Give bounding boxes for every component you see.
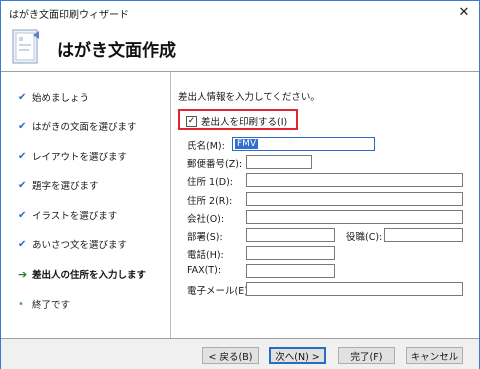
zip-field[interactable] <box>246 155 312 169</box>
sender-form: 差出人情報を入力してください。 ✓ 差出人を印刷する(I) 氏名(M): FMV… <box>171 72 479 338</box>
phone-label: 電話(H): <box>187 250 224 261</box>
cancel-button[interactable]: キャンセル <box>406 347 463 364</box>
name-field[interactable]: FMV <box>232 137 375 151</box>
step-label: レイアウトを選びます <box>32 152 128 163</box>
check-icon: ✔ <box>18 150 27 162</box>
back-button[interactable]: < 戻る(B) <box>202 347 259 364</box>
window-title: はがき文面印刷ウィザード <box>9 10 129 21</box>
step-item-finish[interactable]: • 終了です <box>18 296 70 312</box>
email-field[interactable] <box>246 282 463 296</box>
finish-button[interactable]: 完了(F) <box>338 347 395 364</box>
step-item-choose-title-text[interactable]: ✔ 題字を選びます <box>18 177 99 193</box>
bullet-icon: • <box>18 298 24 310</box>
address2-field[interactable] <box>246 192 463 206</box>
checkbox-box[interactable]: ✓ <box>186 115 197 127</box>
job-title-field[interactable] <box>384 228 463 242</box>
page-title: はがき文面作成 <box>57 41 176 61</box>
step-item-choose-greeting[interactable]: ✔ あいさつ文を選びます <box>18 236 127 252</box>
step-label: あいさつ文を選びます <box>32 240 128 251</box>
print-sender-checkbox[interactable]: ✓ 差出人を印刷する(I) <box>186 114 287 128</box>
fax-label: FAX(T): <box>187 265 222 276</box>
check-icon: ✔ <box>18 91 27 103</box>
instruction-text: 差出人情報を入力してください。 <box>178 92 320 103</box>
postcard-icon <box>12 29 39 64</box>
job-title-label: 役職(C): <box>346 232 383 243</box>
phone-field[interactable] <box>246 246 335 260</box>
department-label: 部署(S): <box>187 232 223 243</box>
wizard-header: はがき文面作成 <box>1 23 479 71</box>
step-label: 始めましょう <box>32 93 90 104</box>
title-bar[interactable]: はがき文面印刷ウィザード ✕ <box>1 1 479 23</box>
department-field[interactable] <box>246 228 335 242</box>
check-icon: ✔ <box>18 120 27 132</box>
company-label: 会社(O): <box>187 214 225 225</box>
close-icon[interactable]: ✕ <box>449 1 479 23</box>
next-button[interactable]: 次へ(N) > <box>269 347 326 364</box>
company-field[interactable] <box>246 210 463 224</box>
step-item-choose-illustration[interactable]: ✔ イラストを選びます <box>18 207 117 223</box>
print-sender-label[interactable]: 差出人を印刷する(I) <box>201 114 287 128</box>
arrow-right-icon: ➔ <box>18 267 28 281</box>
email-label: 電子メール(E): <box>187 286 252 297</box>
name-label: 氏名(M): <box>187 141 225 152</box>
step-item-start[interactable]: ✔ 始めましょう <box>18 89 89 105</box>
step-item-choose-design[interactable]: ✔ はがきの文面を選びます <box>18 118 137 134</box>
footer-bar: < 戻る(B) 次へ(N) > 完了(F) キャンセル <box>1 339 479 369</box>
address1-label: 住所 1(D): <box>187 177 233 188</box>
check-icon: ✔ <box>18 179 27 191</box>
address1-field[interactable] <box>246 173 463 187</box>
step-label: 差出人の住所を入力します <box>32 270 147 281</box>
step-label: 題字を選びます <box>32 181 99 192</box>
step-label: 終了です <box>32 300 71 311</box>
zip-label: 郵便番号(Z): <box>187 159 243 170</box>
wizard-window: はがき文面印刷ウィザード ✕ はがき文面作成 ✔ 始めましょう ✔ はがきの文面… <box>0 0 480 369</box>
fax-field[interactable] <box>246 264 335 278</box>
wizard-steps: ✔ 始めましょう ✔ はがきの文面を選びます ✔ レイアウトを選びます ✔ 題字… <box>1 72 170 338</box>
name-value: FMV <box>235 139 259 149</box>
step-item-sender-address[interactable]: ➔ 差出人の住所を入力します <box>18 266 146 282</box>
address2-label: 住所 2(R): <box>187 196 233 207</box>
step-label: はがきの文面を選びます <box>32 122 137 133</box>
step-item-choose-layout[interactable]: ✔ レイアウトを選びます <box>18 148 127 164</box>
check-icon: ✔ <box>18 209 27 221</box>
step-label: イラストを選びます <box>32 211 118 222</box>
check-icon: ✔ <box>18 238 27 250</box>
